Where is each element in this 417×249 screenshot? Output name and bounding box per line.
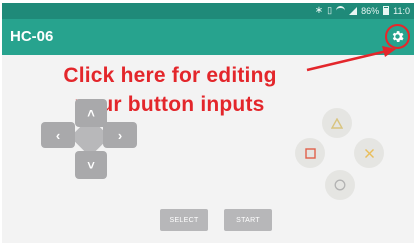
select-button[interactable]: SELECT — [160, 209, 208, 231]
cross-icon — [364, 148, 374, 158]
chevron-up-icon: ˄ — [87, 105, 95, 121]
chevron-right-icon: › — [117, 127, 123, 143]
circle-icon — [334, 179, 346, 191]
start-button[interactable]: START — [224, 209, 272, 231]
square-button[interactable] — [295, 138, 325, 168]
triangle-icon — [331, 117, 343, 129]
chevron-down-icon: ˅ — [87, 157, 95, 173]
app-screen: ∗ ▯ 86% 11:0 HC-06 Click here for editin… — [2, 3, 414, 243]
chevron-left-icon: ‹ — [55, 127, 61, 143]
cross-button[interactable] — [354, 138, 384, 168]
dpad-right-button[interactable]: › — [103, 122, 137, 148]
triangle-button[interactable] — [322, 108, 352, 138]
circle-button[interactable] — [325, 170, 355, 200]
dpad-down-button[interactable]: ˅ — [75, 151, 107, 179]
square-icon — [304, 147, 316, 159]
dpad: ˄ ‹ › ˅ — [38, 85, 138, 185]
dpad-up-button[interactable]: ˄ — [75, 99, 107, 127]
dpad-left-button[interactable]: ‹ — [41, 122, 75, 148]
